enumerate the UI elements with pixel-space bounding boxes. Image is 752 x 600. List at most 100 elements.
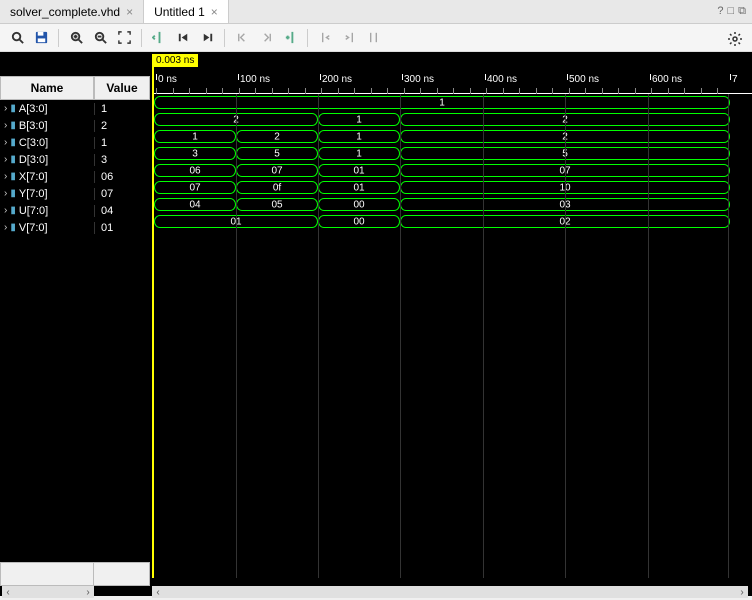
bus-value: 1: [356, 131, 362, 142]
wave-row[interactable]: 1212: [150, 129, 752, 146]
zoom-fit-button[interactable]: [113, 27, 135, 49]
go-to-end-button[interactable]: [196, 27, 218, 49]
signal-name[interactable]: ›▮V[7:0]: [0, 222, 94, 234]
add-marker-button[interactable]: [279, 27, 301, 49]
expand-icon[interactable]: ›: [4, 103, 7, 114]
signal-value: 2: [94, 120, 150, 132]
signal-name[interactable]: ›▮A[3:0]: [0, 103, 94, 115]
expand-icon[interactable]: ›: [4, 120, 7, 131]
expand-icon[interactable]: ›: [4, 188, 7, 199]
bus-icon: ▮: [10, 171, 16, 182]
bus-segment: 07: [236, 164, 318, 177]
name-header[interactable]: Name: [0, 76, 94, 100]
bottom-bar: [0, 562, 150, 586]
signal-name[interactable]: ›▮Y[7:0]: [0, 188, 94, 200]
waveform-panel[interactable]: 0.003 ns 0 ns100 ns200 ns300 ns400 ns500…: [150, 52, 752, 596]
signal-name[interactable]: ›▮D[3:0]: [0, 154, 94, 166]
wave-area[interactable]: 12121212351506070107070f0110040500030100…: [150, 95, 752, 231]
bus-value: 5: [274, 148, 280, 159]
signal-value: 06: [94, 171, 150, 183]
bus-segment: 3: [154, 147, 236, 160]
wave-row[interactable]: 010002: [150, 214, 752, 231]
signal-row[interactable]: ›▮C[3:0]1: [0, 134, 150, 151]
signal-row[interactable]: ›▮U[7:0]04: [0, 202, 150, 219]
settings-button[interactable]: [724, 28, 746, 50]
swap-markers-button[interactable]: [362, 27, 384, 49]
signal-name[interactable]: ›▮X[7:0]: [0, 171, 94, 183]
signal-row[interactable]: ›▮D[3:0]3: [0, 151, 150, 168]
signal-name[interactable]: ›▮U[7:0]: [0, 205, 94, 217]
wave-row[interactable]: 04050003: [150, 197, 752, 214]
wave-row[interactable]: 070f0110: [150, 180, 752, 197]
bus-segment: 1: [318, 130, 400, 143]
expand-icon[interactable]: ›: [4, 154, 7, 165]
bus-segment: 1: [318, 147, 400, 160]
maximize-icon[interactable]: □: [727, 5, 734, 18]
zoom-in-button[interactable]: [65, 27, 87, 49]
tab-solver[interactable]: solver_complete.vhd ×: [0, 0, 144, 23]
close-icon[interactable]: ×: [211, 5, 218, 19]
scroll-right-icon[interactable]: ›: [736, 587, 748, 598]
expand-icon[interactable]: ›: [4, 137, 7, 148]
signal-panel: Name Value ›▮A[3:0]1›▮B[3:0]2›▮C[3:0]1›▮…: [0, 52, 150, 596]
signal-name[interactable]: ›▮C[3:0]: [0, 137, 94, 149]
bus-value: 1: [356, 114, 362, 125]
go-to-cursor-button[interactable]: [148, 27, 170, 49]
bus-icon: ▮: [10, 103, 16, 114]
signal-row[interactable]: ›▮A[3:0]1: [0, 100, 150, 117]
bus-value: 00: [353, 199, 364, 210]
signal-name[interactable]: ›▮B[3:0]: [0, 120, 94, 132]
bus-value: 1: [192, 131, 198, 142]
save-button[interactable]: [30, 27, 52, 49]
signal-value: 1: [94, 137, 150, 149]
zoom-out-button[interactable]: [89, 27, 111, 49]
bus-icon: ▮: [10, 154, 16, 165]
go-to-start-button[interactable]: [172, 27, 194, 49]
search-button[interactable]: [6, 27, 28, 49]
bus-icon: ▮: [10, 205, 16, 216]
signal-row[interactable]: ›▮V[7:0]01: [0, 219, 150, 236]
prev-marker-button[interactable]: [314, 27, 336, 49]
time-ruler[interactable]: 0 ns100 ns200 ns300 ns400 ns500 ns600 ns…: [152, 74, 752, 94]
h-scrollbar-main[interactable]: ‹›: [152, 586, 748, 598]
wave-row[interactable]: 06070107: [150, 163, 752, 180]
time-tick-label: 300 ns: [404, 74, 434, 85]
bus-value: 05: [271, 199, 282, 210]
h-scrollbar-left[interactable]: ‹›: [2, 586, 94, 598]
wave-row[interactable]: 212: [150, 112, 752, 129]
wave-row[interactable]: 1: [150, 95, 752, 112]
bus-segment: 05: [236, 198, 318, 211]
expand-icon[interactable]: ›: [4, 222, 7, 233]
time-tick-label: 200 ns: [322, 74, 352, 85]
signal-row[interactable]: ›▮Y[7:0]07: [0, 185, 150, 202]
bus-segment: 1: [154, 130, 236, 143]
tab-label: Untitled 1: [154, 5, 205, 19]
bus-segment: 1: [154, 96, 730, 109]
signal-row[interactable]: ›▮B[3:0]2: [0, 117, 150, 134]
expand-icon[interactable]: ›: [4, 171, 7, 182]
tab-untitled[interactable]: Untitled 1 ×: [144, 0, 229, 23]
signal-row[interactable]: ›▮X[7:0]06: [0, 168, 150, 185]
value-header[interactable]: Value: [94, 76, 150, 100]
scroll-left-icon[interactable]: ‹: [2, 587, 14, 598]
time-tick-label: 600 ns: [652, 74, 682, 85]
prev-transition-button[interactable]: [231, 27, 253, 49]
scroll-left-icon[interactable]: ‹: [152, 587, 164, 598]
next-transition-button[interactable]: [255, 27, 277, 49]
bus-segment: 5: [236, 147, 318, 160]
next-marker-button[interactable]: [338, 27, 360, 49]
signal-value: 07: [94, 188, 150, 200]
time-tick-label: 400 ns: [487, 74, 517, 85]
help-icon[interactable]: ?: [717, 5, 723, 18]
tab-bar: solver_complete.vhd × Untitled 1 × ? □ ⧉: [0, 0, 752, 24]
wave-row[interactable]: 3515: [150, 146, 752, 163]
expand-icon[interactable]: ›: [4, 205, 7, 216]
bus-value: 04: [189, 199, 200, 210]
bus-segment: 0f: [236, 181, 318, 194]
close-icon[interactable]: ×: [126, 5, 133, 19]
restore-icon[interactable]: ⧉: [738, 5, 746, 18]
bus-value: 1: [439, 97, 445, 108]
scroll-right-icon[interactable]: ›: [82, 587, 94, 598]
time-tick-label: 100 ns: [240, 74, 270, 85]
bus-value: 0f: [273, 182, 281, 193]
